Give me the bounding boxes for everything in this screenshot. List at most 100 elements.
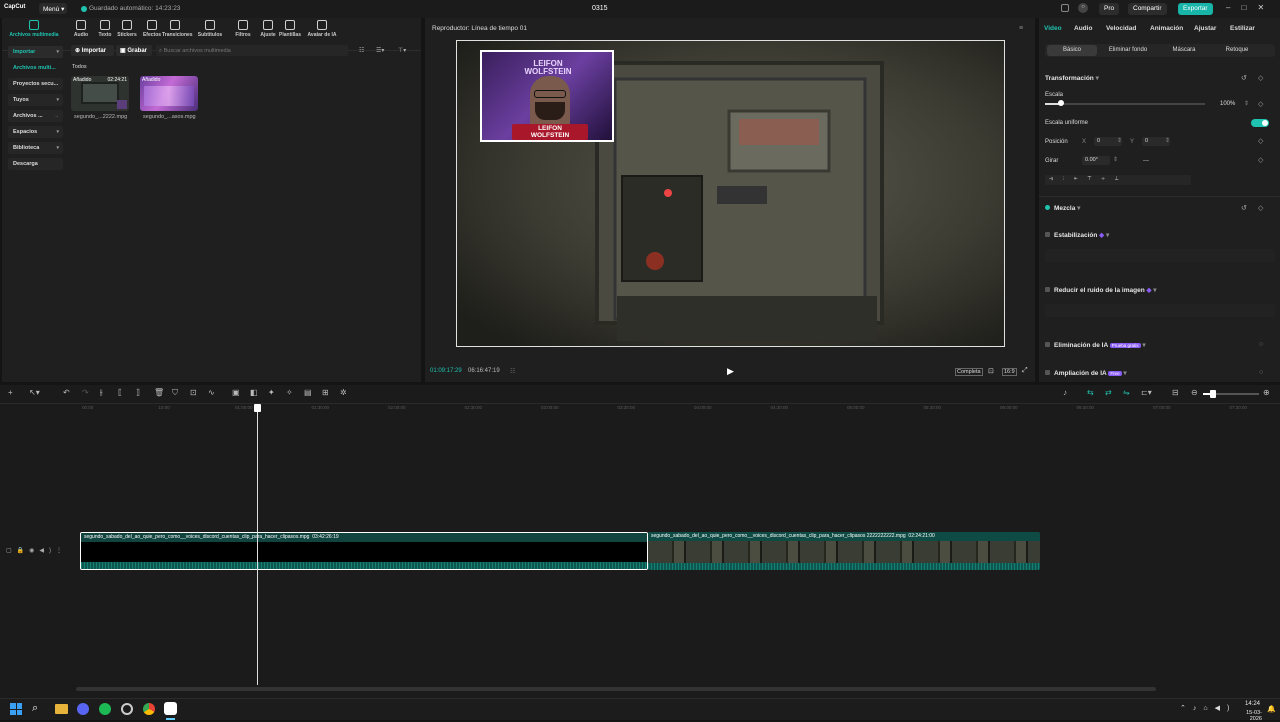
filter-icon[interactable]: ⊤▾	[398, 47, 406, 54]
timeline-clip[interactable]: segundo_sabado_del_ao_quie_pero_como__vo…	[80, 532, 648, 570]
denoise-checkbox[interactable]	[1045, 287, 1050, 292]
tool-7[interactable]: Subtítulos	[197, 20, 223, 38]
media-item[interactable]: Añadido 02:24:21 segundo_...2222.mpg	[71, 76, 129, 120]
info-icon[interactable]: ○	[1259, 369, 1263, 376]
audio-mute-icon[interactable]: ◀)	[39, 548, 56, 554]
align-buttons[interactable]: ⫣⫶⫦⊤⊹⊥	[1045, 175, 1191, 185]
curve-icon[interactable]: ∿	[208, 388, 215, 397]
track-cover-icon[interactable]: ▢	[6, 548, 17, 554]
tab-1[interactable]: Audio	[1074, 25, 1092, 32]
zoom-in-icon[interactable]: ⊕	[1263, 388, 1270, 397]
ai-remove-checkbox[interactable]	[1045, 342, 1050, 347]
view-icon[interactable]: ☰▾	[376, 47, 384, 54]
playhead-handle[interactable]	[254, 404, 261, 412]
eye-icon[interactable]: ◉	[29, 548, 39, 554]
pos-y-stepper-icon[interactable]: ⇕	[1165, 137, 1170, 144]
subtab-1[interactable]: Eliminar fondo	[1098, 45, 1158, 56]
align-center-icon[interactable]: ⫶	[1063, 176, 1075, 182]
blend-checkbox[interactable]	[1045, 205, 1050, 210]
spotify-icon[interactable]	[99, 703, 111, 715]
layout-icon[interactable]	[1061, 4, 1069, 12]
tool-6[interactable]: Transiciones	[162, 20, 193, 38]
file-explorer-icon[interactable]	[55, 704, 68, 714]
pro-button[interactable]: Pro	[1099, 3, 1120, 15]
align-top-icon[interactable]: ⊤	[1088, 176, 1102, 182]
aspect-dropdown[interactable]: 16:9	[1002, 368, 1017, 376]
align-left-icon[interactable]: ⫣	[1049, 176, 1063, 182]
media-effect-icon[interactable]: ▣	[232, 388, 240, 397]
share-button[interactable]: Compartir	[1128, 3, 1167, 15]
ai-tool-icon[interactable]: ✦	[268, 388, 275, 397]
crop-icon[interactable]: ⊡	[190, 388, 197, 397]
export-button[interactable]: Exportar	[1178, 3, 1213, 15]
close-icon[interactable]: ✕	[1258, 3, 1265, 12]
notification-icon[interactable]: 🔔	[1267, 705, 1276, 713]
sidebar-item[interactable]: Biblioteca ▾	[8, 142, 63, 154]
webcam-overlay[interactable]: LEIFON WOLFSTEIN LEIFON WOLFSTEIN	[480, 50, 614, 142]
uniform-scale-toggle[interactable]	[1251, 119, 1269, 127]
subtab-3[interactable]: Retoque	[1212, 45, 1262, 56]
denoise-section[interactable]: Reducir el ruido de la imagen ◆ ▾	[1045, 286, 1157, 294]
keyframe-icon[interactable]: ◇	[1258, 137, 1263, 145]
scale-stepper-icon[interactable]: ⇕	[1244, 100, 1249, 107]
fit-icon[interactable]: ⊟	[1172, 388, 1179, 397]
capcut-taskbar-icon[interactable]	[164, 702, 177, 715]
tool-1[interactable]: Archivos multimedia	[6, 20, 62, 38]
ratio-dropdown[interactable]: Completa	[955, 368, 983, 376]
player-menu-icon[interactable]: ≡	[1019, 25, 1023, 32]
linkage-icon[interactable]: ⇋	[1123, 388, 1130, 397]
redo-icon[interactable]: ↷	[82, 388, 89, 397]
maximize-icon[interactable]: □	[1242, 3, 1247, 12]
tool-2[interactable]: Audio	[68, 20, 94, 38]
stabilize-checkbox[interactable]	[1045, 232, 1050, 237]
sidebar-item[interactable]: Proyectos secu...	[8, 78, 63, 90]
timecode-menu-icon[interactable]: ☷	[510, 368, 515, 375]
search-icon[interactable]: ⌕	[32, 702, 38, 715]
mic-icon[interactable]: ♪	[1063, 388, 1067, 397]
minimize-icon[interactable]: –	[1226, 3, 1230, 12]
sparkle-icon[interactable]: ✲	[340, 388, 347, 397]
playhead[interactable]	[257, 405, 258, 685]
link-icon[interactable]: ⇆	[1087, 388, 1094, 397]
mirror-icon[interactable]: ◧	[250, 388, 258, 397]
keyframe-icon[interactable]: ◇	[1258, 156, 1263, 164]
scale-value[interactable]: 100%	[1220, 101, 1235, 107]
media-item[interactable]: Añadido segundo_...asos.mpg	[140, 76, 198, 120]
split-icon[interactable]: ⫲	[100, 388, 103, 398]
select-tool-icon[interactable]: ↖▾	[29, 388, 40, 397]
subtab-0[interactable]: Básico	[1047, 45, 1097, 56]
frame-icon[interactable]: ⊞	[322, 388, 329, 397]
ai-upscale-checkbox[interactable]	[1045, 370, 1050, 375]
more-icon[interactable]: ⋮	[56, 548, 67, 554]
ai-upscale-section[interactable]: Ampliación de IA Free ▾	[1045, 369, 1127, 377]
shield-icon[interactable]: ⛉	[172, 388, 178, 398]
split-left-icon[interactable]: ⟦	[118, 388, 122, 397]
pos-x-stepper-icon[interactable]: ⇕	[1117, 137, 1122, 144]
chrome-icon[interactable]	[143, 703, 155, 715]
search-field[interactable]: ⌕ Buscar archivos multimedia	[156, 45, 348, 56]
scale-slider-track[interactable]	[1045, 103, 1205, 105]
info-icon[interactable]: ○	[1259, 341, 1263, 348]
reset-icon[interactable]: ↺	[1241, 204, 1247, 212]
play-button[interactable]: ▶	[727, 366, 734, 377]
stabilize-section[interactable]: Estabilización ◆ ▾	[1045, 231, 1109, 239]
blend-section[interactable]: Mezcla ▾	[1045, 204, 1080, 212]
sort-icon[interactable]: ☷	[359, 47, 364, 54]
sidebar-item[interactable]: Espacios ▾	[8, 126, 63, 138]
scale-slider-thumb[interactable]	[1058, 100, 1064, 106]
tab-4[interactable]: Ajustar	[1194, 25, 1216, 32]
horizontal-scrollbar[interactable]	[76, 687, 1156, 691]
sidebar-item[interactable]: Descarga	[8, 158, 63, 170]
mic-tray-icon[interactable]: ♪	[1193, 705, 1204, 712]
timeline-clip[interactable]: segundo_sabado_del_ao_quie_pero_como__vo…	[648, 532, 1040, 570]
ai-remove-section[interactable]: Eliminación de IA Prueba gratis ▾	[1045, 341, 1146, 349]
tray-chevron-icon[interactable]: ⌃	[1180, 705, 1193, 712]
user-avatar[interactable]: ○	[1078, 3, 1088, 13]
reset-icon[interactable]: ↺	[1241, 74, 1247, 82]
tab-3[interactable]: Animación	[1150, 25, 1183, 32]
sidebar-item[interactable]: Archivos multi...	[8, 62, 63, 74]
tab-2[interactable]: Velocidad	[1106, 25, 1136, 32]
zoom-slider-thumb[interactable]	[1210, 390, 1216, 398]
split-right-icon[interactable]: ⟧	[136, 388, 140, 397]
snap-icon[interactable]: ⇄	[1105, 388, 1112, 397]
